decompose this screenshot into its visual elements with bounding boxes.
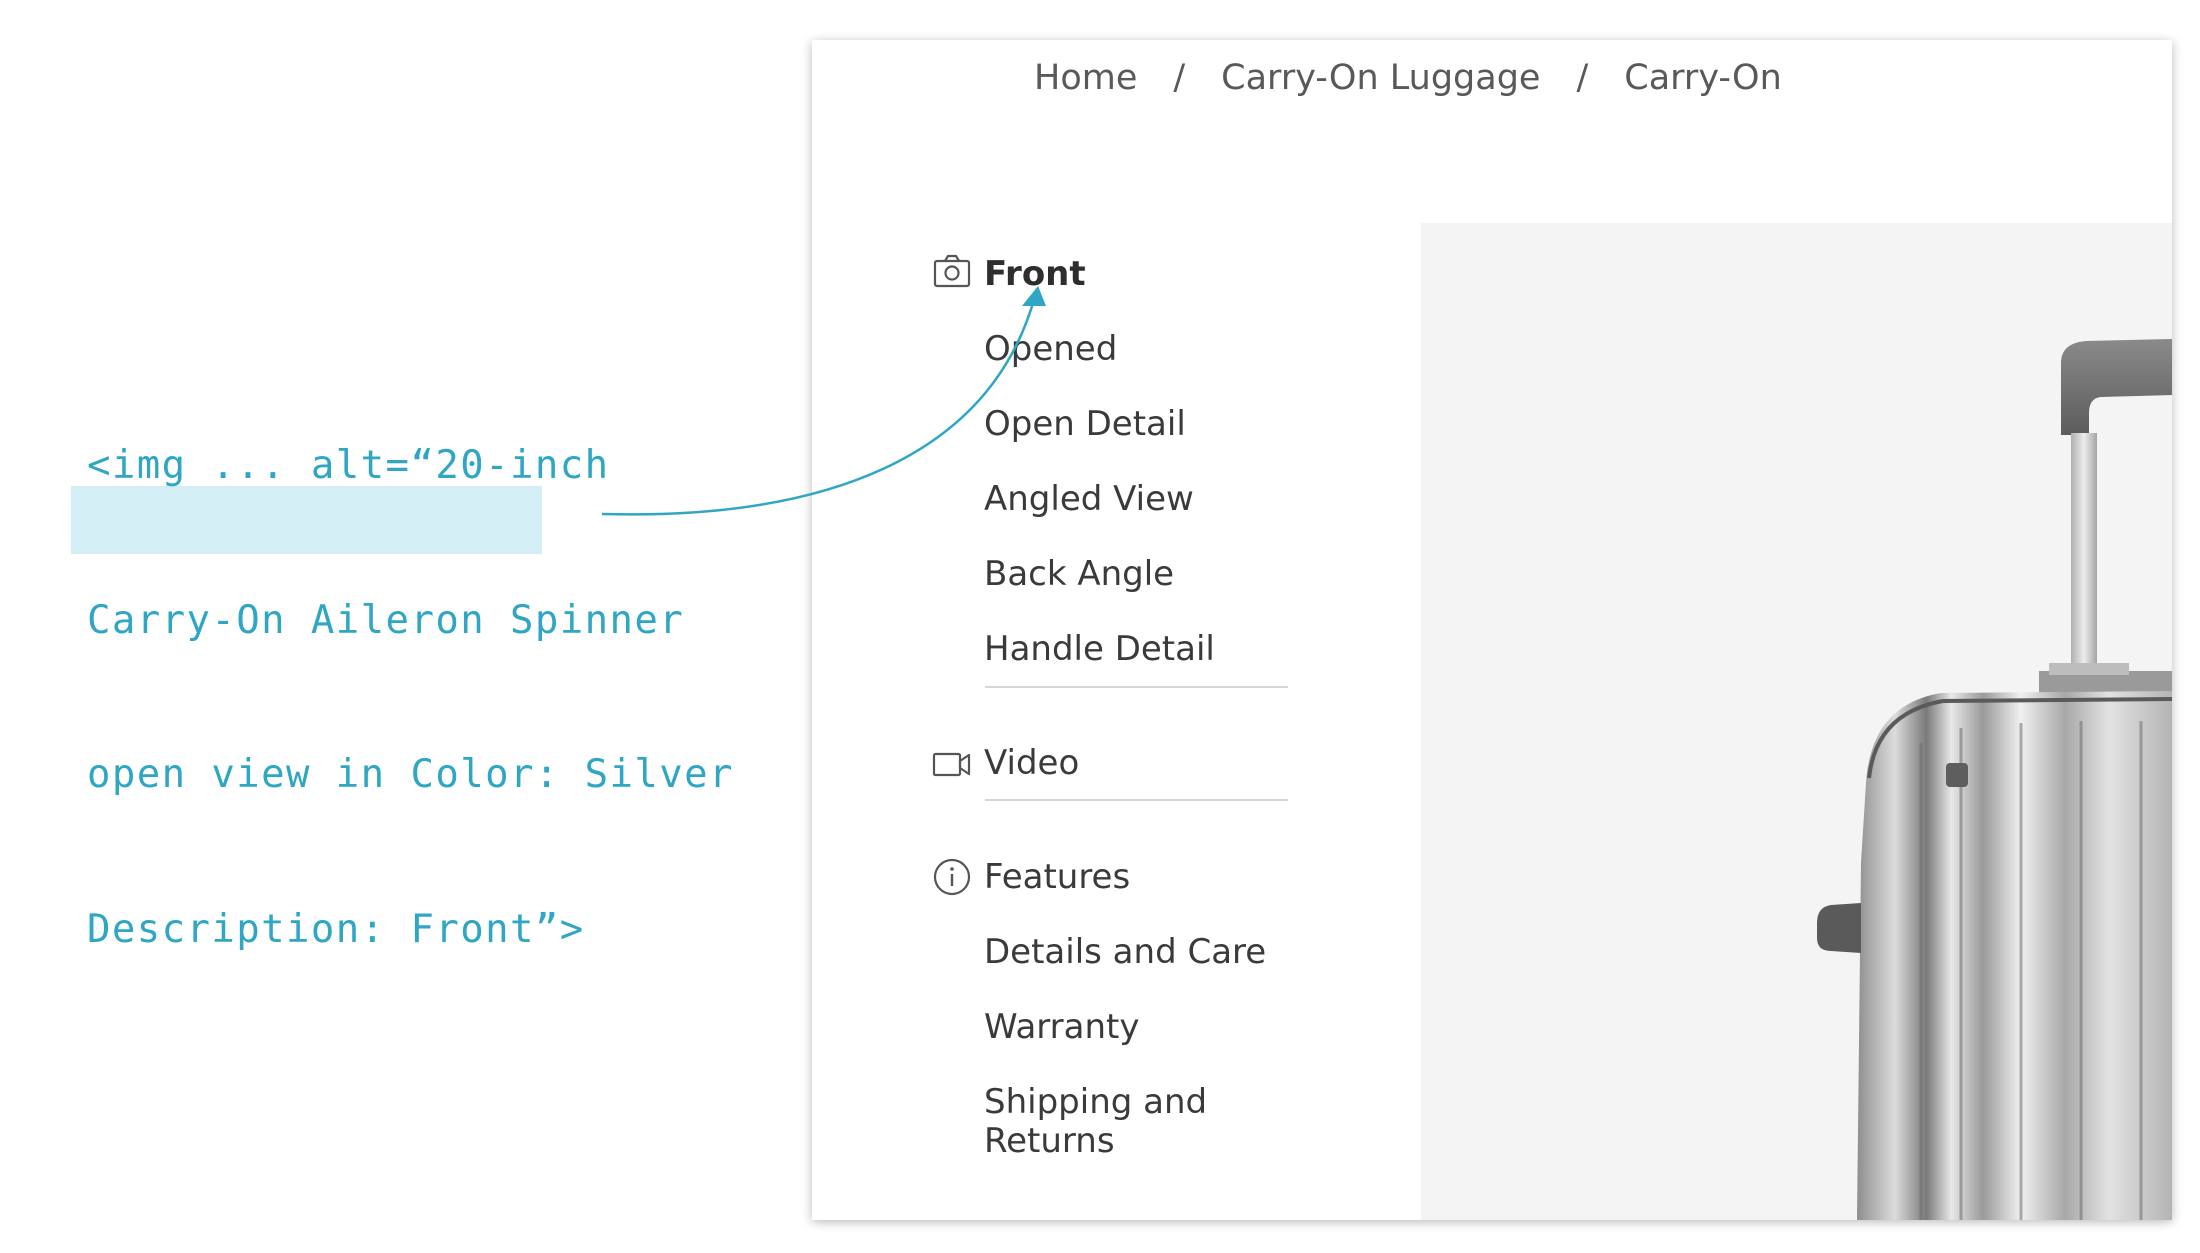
- nav-item-shipping-and-returns-line-2[interactable]: Returns: [984, 1122, 1115, 1160]
- nav-item-warranty[interactable]: Warranty: [984, 1008, 1139, 1046]
- nav-item-angled-view[interactable]: Angled View: [984, 480, 1194, 518]
- nav-item-front[interactable]: Front: [984, 255, 1086, 293]
- annotation-line-2: Carry-On Aileron Spinner: [87, 597, 685, 643]
- nav-item-back-angle[interactable]: Back Angle: [984, 555, 1174, 593]
- video-camera-icon: [932, 752, 971, 777]
- nav-divider: [985, 686, 1288, 688]
- figure: <img ... alt=“20-inch Carry-On Aileron S…: [0, 0, 2200, 1253]
- annotation-line-4: Description: Front”>: [87, 906, 585, 952]
- info-icon: [933, 858, 971, 896]
- nav-item-shipping-and-returns[interactable]: Shipping and: [984, 1083, 1207, 1121]
- annotation-line-1: <img ... alt=“20-inch: [87, 443, 610, 488]
- nav-item-features[interactable]: Features: [984, 858, 1130, 896]
- suitcase-illustration: [1817, 339, 2172, 1220]
- nav-item-details-and-care[interactable]: Details and Care: [984, 933, 1266, 971]
- side-handle: [1817, 903, 1861, 953]
- camera-icon: [933, 254, 971, 288]
- nav-divider: [985, 799, 1288, 801]
- corner-bracket: [1946, 763, 1968, 787]
- nav-item-handle-detail[interactable]: Handle Detail: [984, 630, 1215, 668]
- media-nav: Front Opened Open Detail Angled View Bac…: [812, 40, 1312, 1220]
- product-page-screenshot: Home / Carry-On Luggage / Carry-On Front…: [812, 40, 2172, 1220]
- nav-item-open-detail[interactable]: Open Detail: [984, 405, 1186, 443]
- nav-item-opened[interactable]: Opened: [984, 330, 1117, 368]
- product-image: [1421, 223, 2172, 1220]
- breadcrumb-carry-on[interactable]: Carry-On: [1624, 58, 1781, 98]
- handle-grip: [2061, 339, 2172, 435]
- handle-pole: [2071, 433, 2097, 683]
- suitcase-shell: [1857, 691, 2172, 1220]
- breadcrumb-separator: /: [1576, 58, 1589, 98]
- annotation-line-3: open view in Color: Silver: [87, 752, 734, 797]
- nav-item-video[interactable]: Video: [984, 744, 1079, 782]
- alt-text-annotation: <img ... alt=“20-inch Carry-On Aileron S…: [87, 337, 734, 1058]
